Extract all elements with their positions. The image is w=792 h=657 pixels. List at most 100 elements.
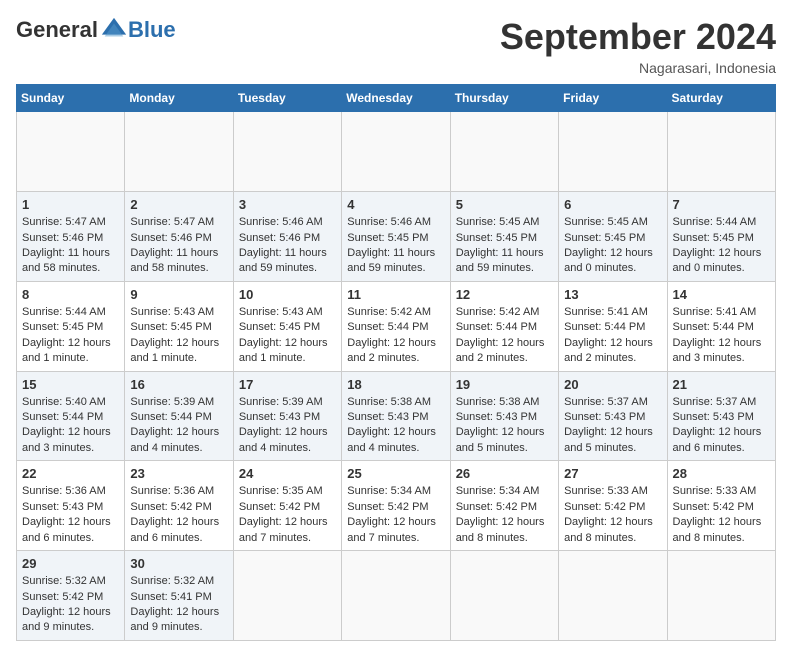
day-info: Sunrise: 5:36 AM [22,484,119,499]
day-info: Sunset: 5:42 PM [22,590,119,605]
day-info: Sunrise: 5:41 AM [673,305,770,320]
day-info: Daylight: 11 hours and 58 minutes. [22,246,119,277]
day-info: Daylight: 12 hours and 9 minutes. [130,605,227,636]
day-info: Sunset: 5:42 PM [130,500,227,515]
day-info: Sunset: 5:41 PM [130,590,227,605]
day-info: Sunset: 5:43 PM [22,500,119,515]
day-info: Daylight: 12 hours and 7 minutes. [347,515,444,546]
day-info: Sunrise: 5:34 AM [456,484,553,499]
calendar-cell [17,112,125,192]
day-info: Sunset: 5:44 PM [130,410,227,425]
day-info: Sunset: 5:45 PM [564,231,661,246]
day-info: Daylight: 12 hours and 5 minutes. [564,425,661,456]
column-header-saturday: Saturday [667,85,775,112]
day-info: Daylight: 11 hours and 59 minutes. [347,246,444,277]
calendar-cell: 24Sunrise: 5:35 AMSunset: 5:42 PMDayligh… [233,461,341,551]
day-info: Sunset: 5:45 PM [130,320,227,335]
day-info: Daylight: 12 hours and 2 minutes. [564,336,661,367]
calendar-week-row: 29Sunrise: 5:32 AMSunset: 5:42 PMDayligh… [17,551,776,641]
day-info: Sunrise: 5:35 AM [239,484,336,499]
day-info: Sunrise: 5:33 AM [673,484,770,499]
day-info: Sunset: 5:43 PM [564,410,661,425]
calendar-cell: 22Sunrise: 5:36 AMSunset: 5:43 PMDayligh… [17,461,125,551]
calendar-cell: 25Sunrise: 5:34 AMSunset: 5:42 PMDayligh… [342,461,450,551]
day-info: Sunset: 5:42 PM [673,500,770,515]
day-number: 15 [22,376,119,394]
day-info: Daylight: 12 hours and 0 minutes. [673,246,770,277]
calendar-cell: 28Sunrise: 5:33 AMSunset: 5:42 PMDayligh… [667,461,775,551]
day-info: Daylight: 12 hours and 4 minutes. [347,425,444,456]
day-info: Sunrise: 5:43 AM [130,305,227,320]
day-info: Sunrise: 5:38 AM [347,395,444,410]
day-info: Sunrise: 5:44 AM [22,305,119,320]
day-number: 16 [130,376,227,394]
calendar-cell: 8Sunrise: 5:44 AMSunset: 5:45 PMDaylight… [17,281,125,371]
calendar-cell [559,551,667,641]
day-info: Sunset: 5:42 PM [456,500,553,515]
calendar-cell [342,551,450,641]
day-info: Sunrise: 5:44 AM [673,215,770,230]
day-number: 3 [239,196,336,214]
day-info: Daylight: 12 hours and 2 minutes. [347,336,444,367]
day-number: 30 [130,555,227,573]
day-number: 7 [673,196,770,214]
day-info: Sunrise: 5:34 AM [347,484,444,499]
calendar-cell: 3Sunrise: 5:46 AMSunset: 5:46 PMDaylight… [233,192,341,282]
calendar-header-row: SundayMondayTuesdayWednesdayThursdayFrid… [17,85,776,112]
day-info: Daylight: 12 hours and 5 minutes. [456,425,553,456]
logo-icon [100,16,128,44]
calendar-cell: 27Sunrise: 5:33 AMSunset: 5:42 PMDayligh… [559,461,667,551]
day-info: Sunset: 5:46 PM [22,231,119,246]
day-info: Sunset: 5:45 PM [673,231,770,246]
calendar-cell: 12Sunrise: 5:42 AMSunset: 5:44 PMDayligh… [450,281,558,371]
day-number: 13 [564,286,661,304]
day-number: 5 [456,196,553,214]
day-info: Sunset: 5:42 PM [347,500,444,515]
calendar-cell: 14Sunrise: 5:41 AMSunset: 5:44 PMDayligh… [667,281,775,371]
column-header-friday: Friday [559,85,667,112]
day-info: Sunset: 5:45 PM [456,231,553,246]
day-info: Sunrise: 5:47 AM [130,215,227,230]
column-header-monday: Monday [125,85,233,112]
column-header-sunday: Sunday [17,85,125,112]
calendar-cell [233,551,341,641]
day-info: Sunrise: 5:32 AM [130,574,227,589]
calendar-cell: 5Sunrise: 5:45 AMSunset: 5:45 PMDaylight… [450,192,558,282]
day-number: 20 [564,376,661,394]
calendar-cell: 6Sunrise: 5:45 AMSunset: 5:45 PMDaylight… [559,192,667,282]
day-info: Sunset: 5:45 PM [22,320,119,335]
day-info: Sunrise: 5:32 AM [22,574,119,589]
calendar-week-row: 1Sunrise: 5:47 AMSunset: 5:46 PMDaylight… [17,192,776,282]
day-info: Daylight: 12 hours and 3 minutes. [673,336,770,367]
day-info: Daylight: 12 hours and 8 minutes. [456,515,553,546]
day-info: Daylight: 12 hours and 8 minutes. [673,515,770,546]
column-header-thursday: Thursday [450,85,558,112]
day-info: Sunset: 5:44 PM [564,320,661,335]
day-info: Sunrise: 5:39 AM [130,395,227,410]
day-number: 1 [22,196,119,214]
day-info: Sunrise: 5:37 AM [673,395,770,410]
day-info: Daylight: 11 hours and 58 minutes. [130,246,227,277]
day-number: 27 [564,465,661,483]
calendar-table: SundayMondayTuesdayWednesdayThursdayFrid… [16,84,776,641]
day-info: Sunrise: 5:42 AM [456,305,553,320]
calendar-cell [667,551,775,641]
calendar-cell: 29Sunrise: 5:32 AMSunset: 5:42 PMDayligh… [17,551,125,641]
day-info: Sunset: 5:42 PM [564,500,661,515]
calendar-week-row [17,112,776,192]
day-info: Sunrise: 5:46 AM [347,215,444,230]
calendar-cell: 19Sunrise: 5:38 AMSunset: 5:43 PMDayligh… [450,371,558,461]
day-info: Sunrise: 5:43 AM [239,305,336,320]
day-info: Sunset: 5:44 PM [347,320,444,335]
day-info: Daylight: 12 hours and 9 minutes. [22,605,119,636]
day-info: Sunset: 5:45 PM [239,320,336,335]
day-info: Sunrise: 5:41 AM [564,305,661,320]
day-number: 14 [673,286,770,304]
calendar-cell: 11Sunrise: 5:42 AMSunset: 5:44 PMDayligh… [342,281,450,371]
page-header: General Blue September 2024 Nagarasari, … [16,16,776,76]
day-number: 29 [22,555,119,573]
location: Nagarasari, Indonesia [500,60,776,76]
column-header-tuesday: Tuesday [233,85,341,112]
calendar-cell [125,112,233,192]
calendar-cell: 4Sunrise: 5:46 AMSunset: 5:45 PMDaylight… [342,192,450,282]
